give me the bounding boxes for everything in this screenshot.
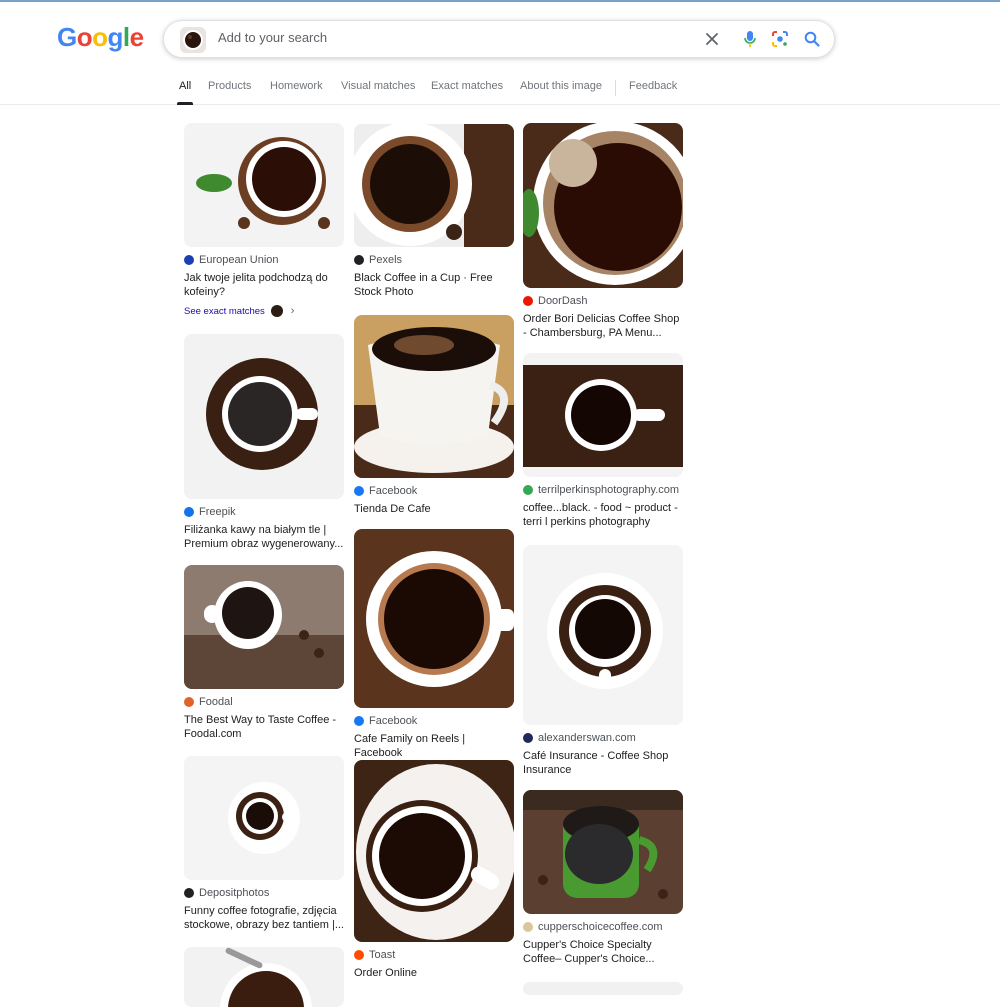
result-image[interactable] — [354, 315, 514, 478]
tab-products[interactable]: Products — [208, 80, 251, 104]
result-card[interactable]: Pexels Black Coffee in a Cup · Free Stoc… — [354, 124, 514, 299]
result-source[interactable]: Toast — [354, 948, 514, 962]
search-tabs: All Products Homework Visual matches Exa… — [0, 80, 1000, 105]
result-image[interactable] — [354, 529, 514, 708]
result-card[interactable]: Freepik Filiżanka kawy na białym tle | P… — [184, 334, 344, 551]
exact-match-thumbnail-icon — [270, 305, 283, 317]
result-title[interactable]: Filiżanka kawy na białym tle | Premium o… — [184, 523, 344, 551]
result-card[interactable]: Toast Order Online — [354, 760, 514, 980]
result-image[interactable] — [184, 756, 344, 880]
result-source[interactable]: Facebook — [354, 714, 514, 728]
tab-feedback[interactable]: Feedback — [629, 80, 677, 104]
lens-icon[interactable] — [770, 29, 790, 49]
result-card[interactable]: Facebook Cafe Family on Reels | Facebook — [354, 529, 514, 760]
favicon-icon — [523, 733, 533, 743]
result-card[interactable] — [523, 982, 683, 995]
chevron-right-icon: › — [290, 305, 295, 317]
favicon-icon — [523, 296, 533, 306]
result-image[interactable] — [523, 353, 683, 477]
result-title[interactable]: Tienda De Cafe — [354, 502, 514, 516]
result-title[interactable]: coffee...black. - food ~ product - terri… — [523, 501, 683, 529]
result-image[interactable] — [184, 334, 344, 499]
window-top-border — [0, 0, 1000, 2]
favicon-icon — [523, 922, 533, 932]
tab-exact-matches[interactable]: Exact matches — [431, 80, 503, 104]
result-image[interactable] — [523, 123, 683, 288]
result-image[interactable] — [523, 790, 683, 914]
favicon-icon — [184, 507, 194, 517]
result-title[interactable]: Black Coffee in a Cup · Free Stock Photo — [354, 271, 514, 299]
result-title[interactable]: Cafe Family on Reels | Facebook — [354, 732, 514, 760]
result-card[interactable]: Depositphotos Funny coffee fotografie, z… — [184, 756, 344, 932]
result-card[interactable]: Foodal The Best Way to Taste Coffee - Fo… — [184, 565, 344, 741]
result-title[interactable]: Order Bori Delicias Coffee Shop - Chambe… — [523, 312, 683, 340]
tab-all[interactable]: All — [176, 80, 194, 105]
result-source[interactable]: alexanderswan.com — [523, 731, 683, 745]
tab-about-this-image[interactable]: About this image — [520, 80, 602, 104]
result-source[interactable]: Depositphotos — [184, 886, 344, 900]
facebook-icon — [354, 716, 364, 726]
result-title[interactable]: Jak twoje jelita podchodzą do kofeiny? — [184, 271, 344, 299]
result-image[interactable] — [184, 123, 344, 247]
tab-divider — [615, 80, 616, 96]
result-source[interactable]: Facebook — [354, 484, 514, 498]
search-box[interactable]: Add to your search — [163, 20, 835, 58]
search-icon[interactable] — [802, 29, 822, 49]
result-card[interactable]: Facebook Tienda De Cafe — [354, 315, 514, 516]
result-source[interactable]: European Union — [184, 253, 344, 267]
result-title[interactable]: The Best Way to Taste Coffee - Foodal.co… — [184, 713, 344, 741]
favicon-icon — [184, 697, 194, 707]
see-exact-matches-link[interactable]: See exact matches › — [184, 305, 344, 317]
result-source[interactable]: cupperschoicecoffee.com — [523, 920, 683, 934]
result-card[interactable] — [184, 947, 344, 1007]
result-title[interactable]: Order Online — [354, 966, 514, 980]
google-logo[interactable]: Google — [57, 22, 144, 53]
search-input[interactable]: Add to your search — [218, 30, 327, 45]
favicon-icon — [354, 950, 364, 960]
favicon-icon — [184, 888, 194, 898]
result-title[interactable]: Café Insurance - Coffee Shop Insurance — [523, 749, 683, 777]
result-card[interactable]: terrilperkinsphotography.com coffee...bl… — [523, 353, 683, 529]
result-image[interactable] — [523, 982, 683, 995]
result-title[interactable]: Funny coffee fotografie, zdjęcia stockow… — [184, 904, 344, 932]
result-card[interactable]: cupperschoicecoffee.com Cupper's Choice … — [523, 790, 683, 966]
favicon-icon — [354, 255, 364, 265]
result-card[interactable]: DoorDash Order Bori Delicias Coffee Shop… — [523, 123, 683, 340]
result-image[interactable] — [184, 565, 344, 689]
result-source[interactable]: DoorDash — [523, 294, 683, 308]
clear-icon[interactable] — [702, 29, 722, 49]
query-image-thumbnail[interactable] — [180, 27, 206, 53]
result-source[interactable]: Freepik — [184, 505, 344, 519]
result-source[interactable]: Pexels — [354, 253, 514, 267]
tab-homework[interactable]: Homework — [270, 80, 323, 104]
result-image[interactable] — [184, 947, 344, 1007]
tab-visual-matches[interactable]: Visual matches — [341, 80, 415, 104]
result-image[interactable] — [523, 545, 683, 725]
result-source[interactable]: terrilperkinsphotography.com — [523, 483, 683, 497]
favicon-icon — [523, 485, 533, 495]
microphone-icon[interactable] — [740, 29, 760, 49]
result-card[interactable]: alexanderswan.com Café Insurance - Coffe… — [523, 545, 683, 777]
result-card[interactable]: European Union Jak twoje jelita podchodz… — [184, 123, 344, 317]
facebook-icon — [354, 486, 364, 496]
result-title[interactable]: Cupper's Choice Specialty Coffee– Cupper… — [523, 938, 683, 966]
favicon-icon — [184, 255, 194, 265]
result-image[interactable] — [354, 124, 514, 247]
result-image[interactable] — [354, 760, 514, 942]
result-source[interactable]: Foodal — [184, 695, 344, 709]
